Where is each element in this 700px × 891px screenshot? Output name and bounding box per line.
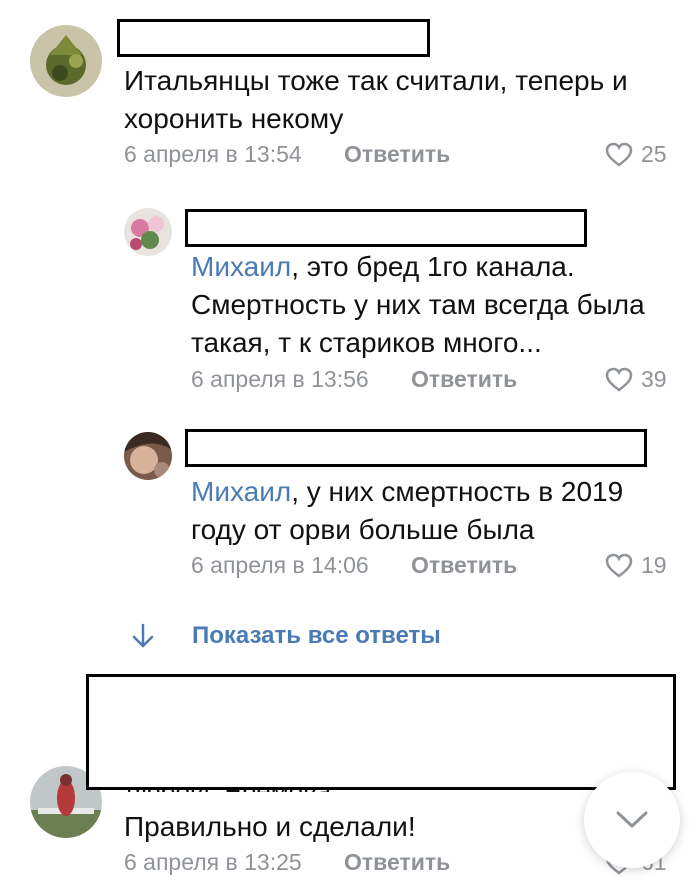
avatar[interactable] [124, 432, 172, 480]
redacted-block [86, 674, 676, 790]
reply-button[interactable]: Ответить [411, 552, 517, 579]
comment-text: Итальянцы тоже так считали, теперь и хор… [124, 65, 628, 134]
mention-link[interactable]: Михаил [191, 476, 291, 507]
chevron-down-icon [616, 811, 648, 828]
author-name-redacted [185, 429, 647, 467]
like-count: 39 [641, 366, 667, 392]
comment-date: 6 апреля в 13:56 [191, 366, 369, 392]
like-count: 19 [641, 552, 667, 578]
comment-date: 6 апреля в 14:06 [191, 552, 369, 578]
mention-link[interactable]: Михаил [191, 251, 291, 282]
like-button[interactable]: 25 [605, 141, 667, 168]
scroll-down-button[interactable] [584, 772, 680, 868]
author-name-redacted [185, 209, 587, 247]
avatar[interactable] [124, 208, 172, 256]
heart-outline-icon [605, 142, 633, 167]
comment-text: Михаил, у них смертность в 2019 году от … [191, 473, 661, 549]
show-all-replies-label: Показать все ответы [192, 622, 441, 649]
author-name-redacted [117, 19, 430, 57]
comment-text: Михаил, это бред 1го канала. Смертность … [191, 248, 661, 362]
comment-date: 6 апреля в 13:25 [124, 849, 302, 875]
comment-text: Правильно и сделали! [124, 811, 416, 842]
avatar[interactable] [30, 25, 102, 97]
reply-button[interactable]: Ответить [344, 141, 450, 168]
like-button[interactable]: 19 [605, 552, 667, 579]
heart-outline-icon [605, 367, 633, 392]
arrow-down-icon [132, 623, 154, 648]
heart-outline-icon [605, 553, 633, 578]
like-count: 25 [641, 141, 667, 167]
show-all-replies-button[interactable]: Показать все ответы [130, 622, 441, 650]
reply-button[interactable]: Ответить [411, 366, 517, 393]
comment-date: 6 апреля в 13:54 [124, 141, 302, 167]
like-button[interactable]: 39 [605, 366, 667, 393]
reply-button[interactable]: Ответить [344, 849, 450, 876]
